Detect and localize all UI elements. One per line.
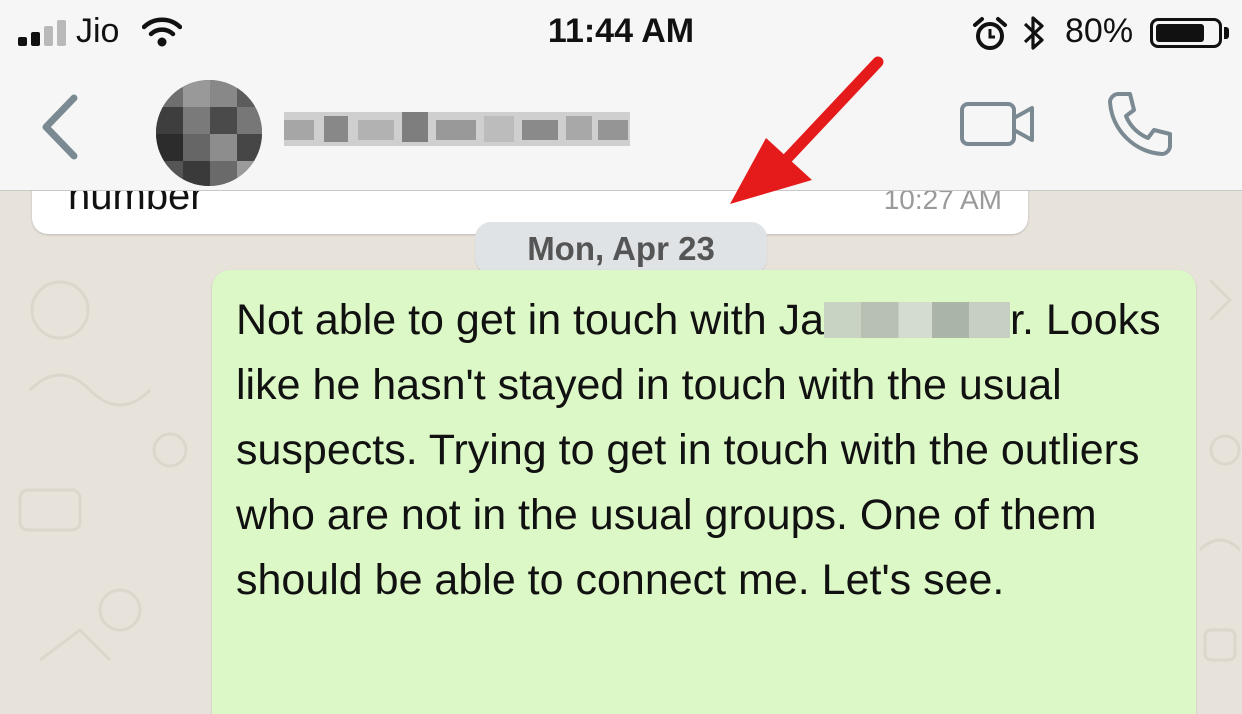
annotation-arrow [730, 56, 884, 204]
message-text-part-1: Not able to get in touch with Ja [236, 296, 825, 344]
battery-level [1156, 24, 1204, 42]
alarm-icon [973, 17, 1007, 50]
back-chevron-icon[interactable] [34, 92, 94, 162]
header: Jio 11:44 AM 80% [0, 0, 1242, 191]
outgoing-message-text: Not able to get in touch with Ja r. Looks… [236, 288, 1186, 613]
battery-tip [1224, 27, 1229, 39]
status-time: 11:44 AM [547, 12, 695, 50]
redacted-name [824, 302, 1011, 338]
phone-icon[interactable] [1104, 88, 1176, 160]
chat-area[interactable]: number 10:27 AM Mon, Apr 23 Not able to … [0, 190, 1242, 714]
bluetooth-icon [1023, 16, 1044, 50]
chat-navigation-bar [0, 64, 1242, 190]
contact-avatar[interactable] [156, 80, 262, 186]
battery-icon [1150, 18, 1222, 48]
battery-percentage: 80% [1065, 12, 1134, 50]
date-separator: Mon, Apr 23 [475, 222, 767, 274]
contact-name-redacted[interactable] [284, 106, 630, 152]
video-camera-icon[interactable] [958, 98, 1038, 150]
status-bar: Jio 11:44 AM 80% [0, 0, 1242, 64]
outgoing-message-bubble[interactable]: Not able to get in touch with Ja r. Looks… [212, 270, 1196, 714]
incoming-message-time: 10:27 AM [883, 190, 1002, 215]
incoming-message-text: number [68, 190, 204, 218]
